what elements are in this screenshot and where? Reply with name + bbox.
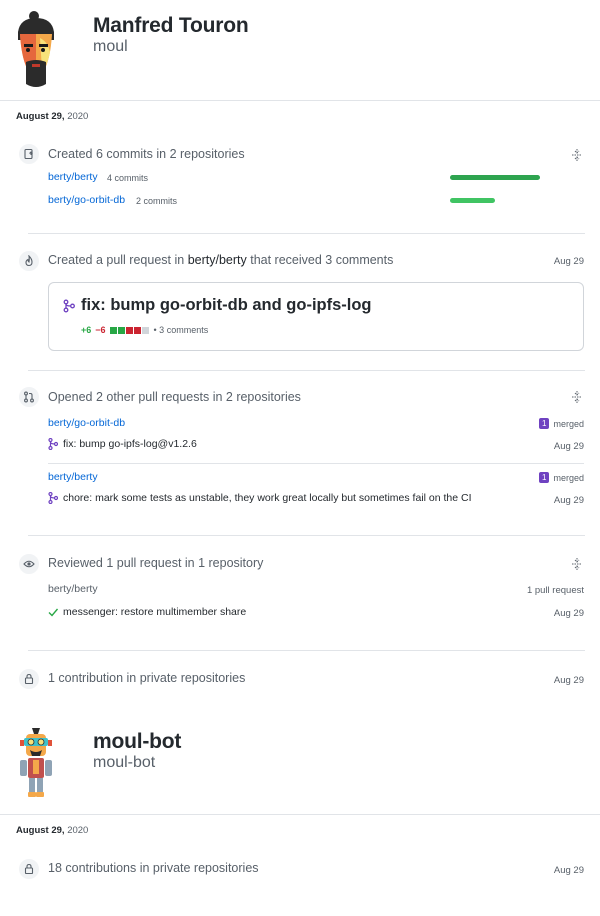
commit-count[interactable]: 4 commits xyxy=(107,173,148,183)
profile-login: moul xyxy=(93,38,128,55)
git-pull-request-icon xyxy=(63,299,75,313)
repo-push-icon xyxy=(18,143,40,165)
private-summary: 1 contribution in private repositories xyxy=(48,671,246,685)
additions: +6 xyxy=(81,325,92,335)
diff-block xyxy=(141,326,149,334)
commits-summary: Created 6 commits in 2 repositories xyxy=(48,147,245,161)
profile-login: moul-bot xyxy=(93,754,156,771)
divider xyxy=(0,814,600,815)
eye-icon xyxy=(18,553,40,575)
merged-label: merged xyxy=(553,472,584,483)
avatar[interactable] xyxy=(12,10,60,90)
private-date: Aug 29 xyxy=(553,865,584,876)
opened-repo-link[interactable]: berty/berty xyxy=(48,471,98,483)
diff-block xyxy=(125,326,133,334)
date-year: 2020 xyxy=(67,111,89,122)
opened-pr-item[interactable]: chore: mark some tests as unstable, they… xyxy=(48,492,472,504)
merged-count-badge: 1 xyxy=(539,418,550,429)
diff-block xyxy=(117,326,125,334)
opened-pr-title[interactable]: chore: mark some tests as unstable, they… xyxy=(63,492,472,504)
opened-pr-title[interactable]: fix: bump go-ipfs-log@v1.2.6 xyxy=(63,438,197,450)
reviewed-summary: Reviewed 1 pull request in 1 repository xyxy=(48,556,264,570)
pr-card: fix: bump go-orbit-db and go-ipfs-log +6… xyxy=(48,282,584,351)
git-pull-request-icon xyxy=(18,386,40,408)
deletions: −6 xyxy=(95,325,106,335)
reviewed-pr-date: Aug 29 xyxy=(553,608,584,619)
lock-icon xyxy=(18,858,40,880)
flame-icon xyxy=(18,250,40,272)
avatar[interactable] xyxy=(14,726,58,800)
divider xyxy=(0,100,600,101)
pr-title-link[interactable]: fix: bump go-orbit-db and go-ipfs-log xyxy=(81,296,372,315)
pr-repo-link[interactable]: berty/berty xyxy=(188,253,247,267)
commit-bar xyxy=(450,175,540,180)
commit-repo-link[interactable]: berty/go-orbit-db xyxy=(48,194,125,206)
merged-label: merged xyxy=(553,418,584,429)
date-heading: August 29, 2020 xyxy=(16,825,88,836)
git-merge-icon xyxy=(48,438,58,450)
git-merge-icon xyxy=(48,492,58,504)
opened-summary: Opened 2 other pull requests in 2 reposi… xyxy=(48,390,301,404)
profile-name[interactable]: Manfred Touron xyxy=(93,14,249,38)
date-label: August 29, xyxy=(16,111,65,122)
opened-pr-date: Aug 29 xyxy=(553,495,584,506)
pr-summary-suffix: that received 3 comments xyxy=(250,253,394,267)
merged-status: 1 merged xyxy=(539,472,584,483)
reviewed-pr-title[interactable]: messenger: restore multimember share xyxy=(63,606,246,618)
private-date: Aug 29 xyxy=(553,675,584,686)
commit-repo-link[interactable]: berty/berty xyxy=(48,171,98,183)
opened-pr-item[interactable]: fix: bump go-ipfs-log@v1.2.6 xyxy=(48,438,197,450)
diff-block xyxy=(109,326,117,334)
fold-icon[interactable] xyxy=(571,148,583,162)
pr-summary-prefix: Created a pull request in xyxy=(48,253,185,267)
pr-date: Aug 29 xyxy=(553,256,584,267)
opened-repo-link[interactable]: berty/go-orbit-db xyxy=(48,417,125,429)
diff-block xyxy=(133,326,141,334)
merged-status: 1 merged xyxy=(539,418,584,429)
fold-icon[interactable] xyxy=(571,390,583,404)
commit-count[interactable]: 2 commits xyxy=(136,196,177,206)
date-heading: August 29, 2020 xyxy=(16,111,88,122)
reviewed-count: 1 pull request xyxy=(526,585,584,596)
item-separator xyxy=(48,463,584,464)
pr-summary: Created a pull request in berty/berty th… xyxy=(48,253,393,267)
profile-name[interactable]: moul-bot xyxy=(93,730,181,754)
commit-bar xyxy=(450,198,495,203)
comment-count: • 3 comments xyxy=(153,325,209,335)
merged-count-badge: 1 xyxy=(539,472,550,483)
reviewed-repo-link[interactable]: berty/berty xyxy=(48,583,98,595)
lock-icon xyxy=(18,668,40,690)
opened-pr-date: Aug 29 xyxy=(553,441,584,452)
private-summary: 18 contributions in private repositories xyxy=(48,861,259,875)
reviewed-pr-item[interactable]: messenger: restore multimember share xyxy=(48,606,246,618)
item-separator xyxy=(28,370,585,371)
check-icon xyxy=(48,608,58,617)
diffstat-blocks xyxy=(109,326,150,334)
item-separator xyxy=(28,650,585,651)
diffstat: +6 −6 • 3 comments xyxy=(81,325,208,335)
fold-icon[interactable] xyxy=(571,557,583,571)
item-separator xyxy=(28,233,585,234)
item-separator xyxy=(28,535,585,536)
date-year: 2020 xyxy=(67,825,89,836)
date-label: August 29, xyxy=(16,825,65,836)
